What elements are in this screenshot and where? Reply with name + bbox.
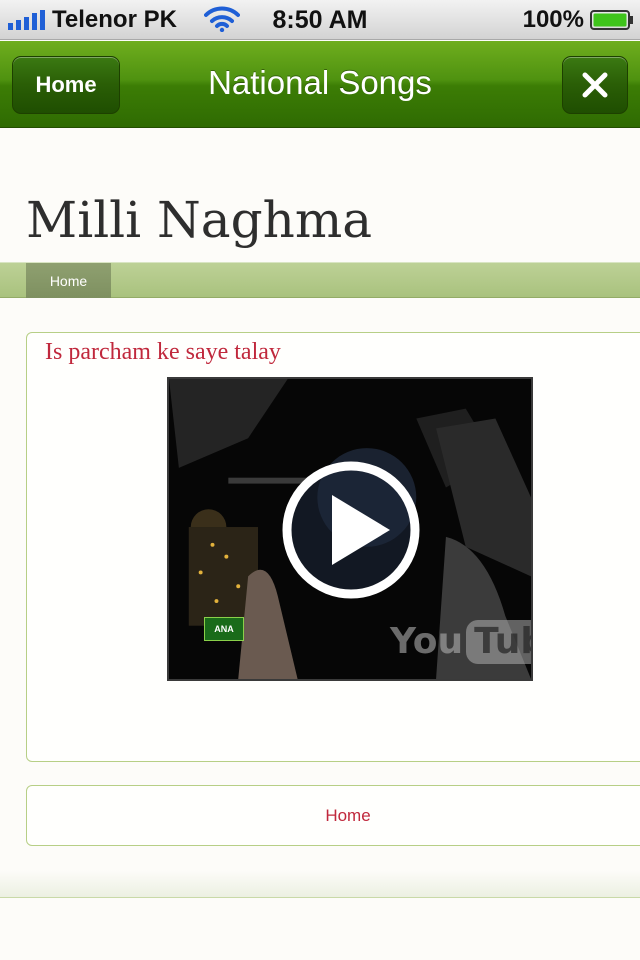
video-thumbnail[interactable]: ANA You Tube TM xyxy=(167,377,533,681)
youtube-logo-you: You xyxy=(390,621,464,662)
footer-card: Home xyxy=(26,785,640,846)
footer-home-link[interactable]: Home xyxy=(27,804,640,828)
status-bar: Telenor PK 8:50 AM 100% xyxy=(0,0,640,40)
nav-title: National Songs xyxy=(208,64,432,101)
video-card: Is parcham ke saye talay ANA You Tube TM xyxy=(26,332,640,762)
close-icon xyxy=(582,72,608,98)
site-title: Milli Naghma xyxy=(26,191,373,249)
play-icon[interactable] xyxy=(280,459,422,601)
youtube-logo: You Tube TM xyxy=(390,617,531,667)
breadcrumb-home-link[interactable]: Home xyxy=(26,263,111,298)
battery-percentage: 100% xyxy=(522,6,584,33)
battery-icon xyxy=(590,10,633,30)
navigation-bar: Home National Songs xyxy=(0,41,640,128)
video-title[interactable]: Is parcham ke saye talay xyxy=(45,337,281,367)
youtube-logo-tube: Tube xyxy=(466,620,531,664)
home-button[interactable]: Home xyxy=(12,56,120,114)
breadcrumb: Home xyxy=(0,262,640,298)
channel-badge: ANA xyxy=(204,617,244,641)
bottom-divider xyxy=(0,870,640,898)
close-button[interactable] xyxy=(562,56,628,114)
